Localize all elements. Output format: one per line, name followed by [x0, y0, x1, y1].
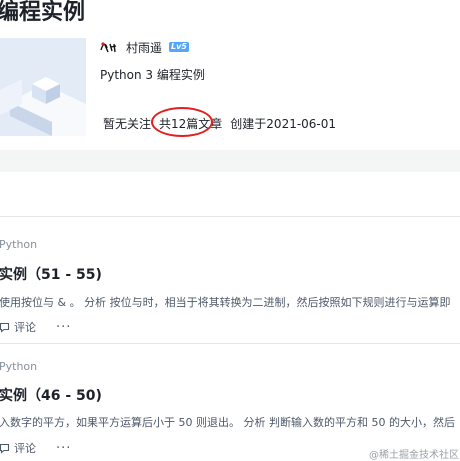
created-date: 创建于2021-06-01	[230, 117, 337, 131]
article-category[interactable]: Python	[0, 238, 37, 251]
article-category[interactable]: Python	[0, 360, 37, 373]
section-separator	[0, 150, 460, 172]
page-title: 编程实例	[0, 0, 86, 25]
comment-button[interactable]: 评论	[14, 440, 36, 456]
author-row: 村雨遥 Lv5	[99, 39, 189, 55]
comment-icon[interactable]	[0, 443, 10, 454]
column-description: Python 3 编程实例	[100, 68, 205, 82]
avatar[interactable]	[99, 40, 119, 54]
divider	[0, 343, 460, 344]
column-cover-image[interactable]	[0, 38, 86, 136]
divider	[0, 216, 460, 217]
author-name[interactable]: 村雨遥	[126, 39, 162, 56]
cover-art	[0, 38, 86, 136]
watermark: @稀土掘金技术社区	[369, 450, 459, 461]
more-icon[interactable]: ···	[56, 441, 71, 456]
annotation-circle	[151, 107, 214, 137]
article-title[interactable]: 实例（51 - 55)	[0, 264, 102, 284]
follow-status: 暂无关注	[103, 117, 152, 131]
article-title[interactable]: 实例（46 - 50)	[0, 385, 102, 405]
article-abstract[interactable]: 使用按位与 & 。 分析 按位与时，相当于将其转换为二进制，然后按照如下规则进行…	[0, 294, 451, 310]
article-actions: 评论 ···	[0, 440, 71, 456]
column-meta: 暂无关注 共12篇文章 创建于2021-06-01	[103, 107, 337, 137]
article-abstract[interactable]: 入数字的平方，如果平方运算后小于 50 则退出。 分析 判断输入数的平方和 50…	[0, 414, 455, 430]
more-icon[interactable]: ···	[56, 320, 71, 335]
comment-icon[interactable]	[0, 322, 10, 333]
article-actions: 评论 ···	[0, 319, 71, 335]
article-count: 共12篇文章	[151, 107, 222, 137]
comment-button[interactable]: 评论	[14, 319, 36, 335]
author-level-badge: Lv5	[169, 42, 189, 52]
